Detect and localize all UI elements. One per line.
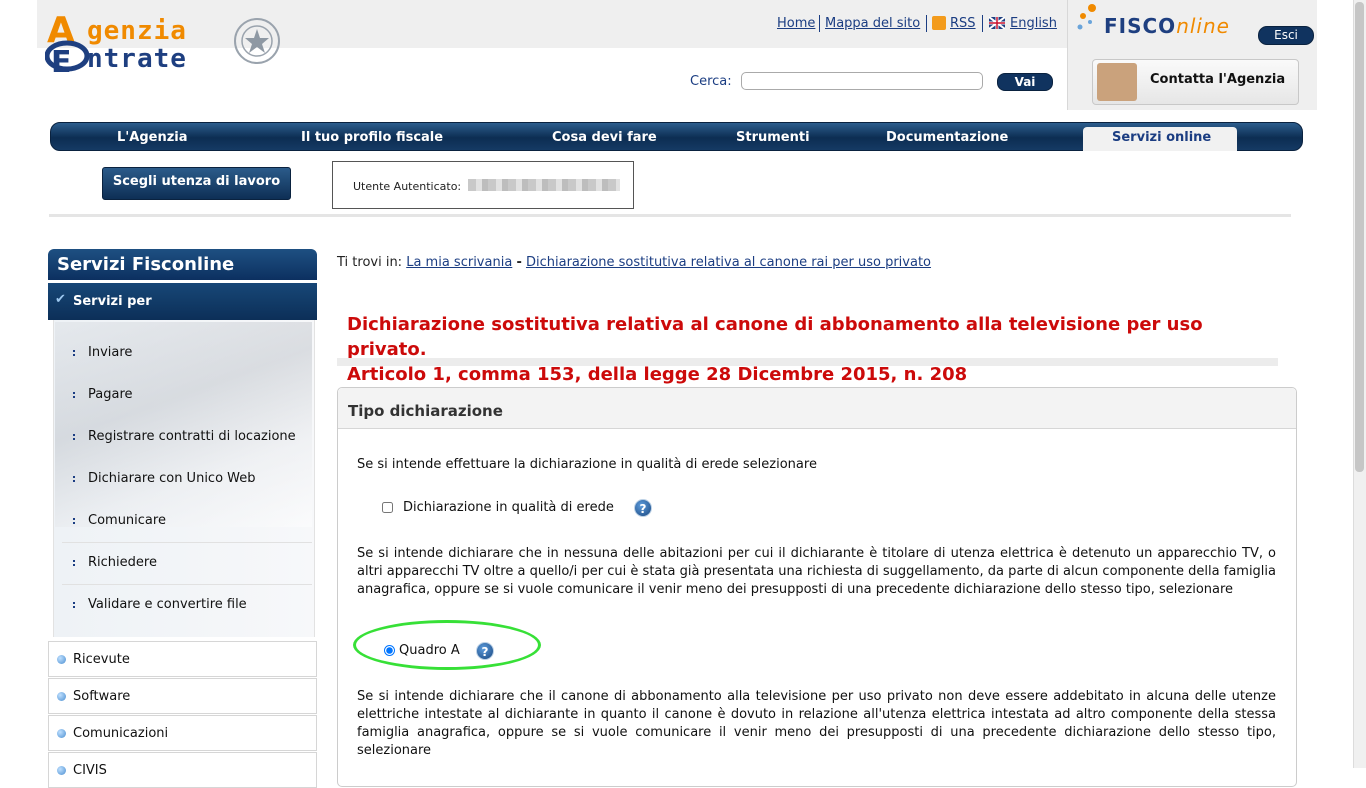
nav-item-agenzia[interactable]: L'Agenzia — [117, 130, 188, 145]
contact-agency-label: Contatta l'Agenzia — [1150, 72, 1286, 87]
logo-word-entrate: ntrate — [87, 44, 187, 74]
page-title: Dichiarazione sostitutiva relativa al ca… — [347, 312, 1277, 387]
sidebar-item-richiedere[interactable]: Richiedere — [73, 555, 157, 570]
fisconline-logo: FISCOnline — [1077, 4, 1230, 38]
sidebar-item-pagare[interactable]: Pagare — [73, 387, 133, 402]
bullet-icon — [73, 601, 81, 608]
sitemap-link[interactable]: Mappa del sito — [825, 16, 920, 31]
logo-word-agenzia: genzia — [87, 16, 187, 46]
quadro-a-radio[interactable] — [384, 645, 395, 656]
svg-text:E: E — [51, 45, 72, 74]
breadcrumb-link-dichiarazione[interactable]: Dichiarazione sostitutiva relativa al ca… — [526, 255, 931, 270]
bullet-icon — [73, 349, 81, 356]
breadcrumb-prefix: Ti trovi in: — [337, 255, 403, 270]
bullet-icon — [73, 475, 81, 482]
search-button[interactable]: Vai — [997, 73, 1053, 91]
fisconline-dots-icon — [1077, 4, 1096, 30]
checkmark-icon: ✔ — [55, 292, 66, 307]
bullet-icon — [73, 517, 81, 524]
home-link[interactable]: Home — [777, 16, 815, 31]
quadro-b-instructions: Se si intende dichiarare che il canone d… — [357, 689, 1276, 758]
sidebar-item-validare-convertire[interactable]: Validare e convertire file — [73, 597, 247, 612]
authenticated-user-label: Utente Autenticato: — [353, 180, 462, 193]
sidebar-divider — [62, 584, 312, 585]
italian-emblem-icon — [233, 13, 281, 71]
erede-instructions: Se si intende effettuare la dichiarazion… — [357, 457, 817, 472]
rss-icon — [932, 16, 946, 30]
panel-title: Tipo dichiarazione — [348, 402, 503, 420]
erede-checkbox[interactable] — [382, 502, 393, 513]
english-link[interactable]: English — [1010, 16, 1057, 31]
fisco-word: FISCO — [1104, 14, 1177, 38]
link-separator — [926, 15, 927, 32]
quadro-a-label: Quadro A — [399, 643, 460, 658]
title-divider — [337, 358, 1278, 366]
bullet-icon — [73, 559, 81, 566]
sidebar-box-software[interactable]: Software — [48, 678, 317, 714]
bullet-dot-icon — [57, 729, 66, 738]
header-divider — [49, 214, 1291, 217]
rss-link[interactable]: RSS — [950, 16, 976, 31]
nav-item-cosa-devi-fare[interactable]: Cosa devi fare — [552, 130, 657, 145]
nav-item-servizi-online[interactable]: Servizi online — [1112, 130, 1211, 145]
nav-item-documentazione[interactable]: Documentazione — [886, 130, 1008, 145]
sidebar-divider — [62, 542, 312, 543]
sidebar-item-dichiarare-unico-web[interactable]: Dichiarare con Unico Web — [73, 471, 256, 486]
sidebar-box-comunicazioni[interactable]: Comunicazioni — [48, 715, 317, 751]
choose-workspace-button[interactable]: Scegli utenza di lavoro — [102, 167, 291, 200]
quadro-a-instructions: Se si intende dichiarare che in nessuna … — [357, 546, 1276, 597]
sidebar-box-ricevute[interactable]: Ricevute — [48, 641, 317, 677]
online-word: nline — [1176, 14, 1230, 38]
sidebar-item-registrare-contratti[interactable]: Registrare contratti di locazione — [73, 429, 296, 444]
contact-agency-button[interactable]: Contatta l'Agenzia — [1092, 59, 1299, 105]
search-label: Cerca: — [690, 74, 732, 89]
link-separator — [819, 15, 820, 32]
nav-item-strumenti[interactable]: Strumenti — [736, 130, 810, 145]
help-icon[interactable]: ? — [634, 499, 652, 517]
sidebar-item-comunicare[interactable]: Comunicare — [73, 513, 166, 528]
link-separator — [982, 15, 983, 32]
bullet-dot-icon — [57, 766, 66, 775]
erede-label: Dichiarazione in qualità di erede — [403, 500, 614, 515]
sidebar-section-servizi-per[interactable]: Servizi per — [48, 283, 317, 320]
bullet-dot-icon — [57, 655, 66, 664]
sidebar-item-inviare[interactable]: Inviare — [73, 345, 132, 360]
help-icon[interactable]: ? — [476, 642, 494, 660]
uk-flag-icon — [988, 16, 1006, 30]
operator-avatar — [1097, 63, 1137, 101]
breadcrumb-link-scrivania[interactable]: La mia scrivania — [406, 255, 512, 270]
page-title-line1: Dichiarazione sostitutiva relativa al ca… — [347, 314, 1203, 360]
breadcrumb: Ti trovi in: La mia scrivania - Dichiara… — [337, 255, 931, 270]
sidebar-title: Servizi Fisconline — [48, 249, 317, 280]
search-input[interactable] — [741, 72, 983, 90]
redacted-user-name — [468, 179, 620, 191]
breadcrumb-separator: - — [516, 255, 522, 270]
bullet-icon — [73, 391, 81, 398]
scrollbar-thumb[interactable] — [1355, 2, 1364, 472]
sidebar-box-civis[interactable]: CIVIS — [48, 752, 317, 788]
nav-item-profilo-fiscale[interactable]: Il tuo profilo fiscale — [301, 130, 443, 145]
bullet-dot-icon — [57, 692, 66, 701]
bullet-icon — [73, 433, 81, 440]
logout-button[interactable]: Esci — [1258, 26, 1314, 45]
